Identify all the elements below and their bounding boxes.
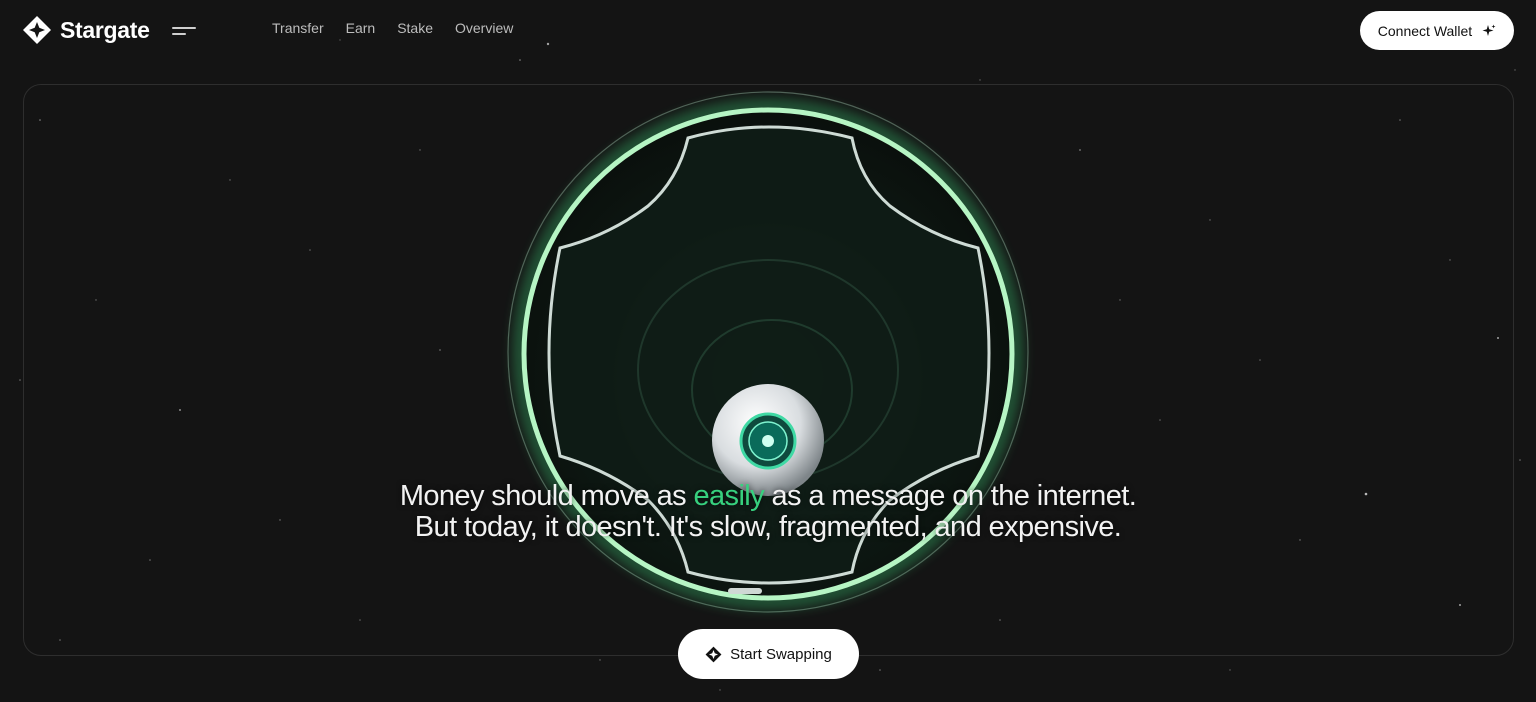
stargate-diamond-icon <box>705 646 722 662</box>
stargate-diamond-icon <box>23 16 51 44</box>
nav-transfer-link[interactable]: Transfer <box>272 20 324 36</box>
start-swapping-label: Start Swapping <box>730 645 832 663</box>
nav-stake-link[interactable]: Stake <box>397 20 433 36</box>
start-swapping-button[interactable]: Start Swapping <box>678 629 859 679</box>
main-nav: Transfer Earn Stake Overview <box>272 20 513 36</box>
portal-illustration <box>507 91 1029 613</box>
nav-earn-link[interactable]: Earn <box>346 20 376 36</box>
nav-overview-link[interactable]: Overview <box>455 20 513 36</box>
brand-logo[interactable]: Stargate <box>22 14 150 46</box>
menu-lines-icon <box>172 27 196 29</box>
menu-lines-icon-short <box>172 33 186 35</box>
headline-accent-word: easily <box>693 480 765 512</box>
menu-toggle-button[interactable] <box>170 22 198 40</box>
headline-text-start: Money should move as <box>399 480 694 512</box>
sparkle-icon <box>1482 24 1496 36</box>
hero-headline: Money should move as easily as a message… <box>398 481 1138 543</box>
brand-name: Stargate <box>60 16 150 43</box>
connect-wallet-button[interactable]: Connect Wallet <box>1360 11 1514 50</box>
connect-wallet-label: Connect Wallet <box>1377 22 1473 39</box>
top-navigation-bar: Stargate Transfer Earn Stake Overview Co… <box>0 0 1536 62</box>
